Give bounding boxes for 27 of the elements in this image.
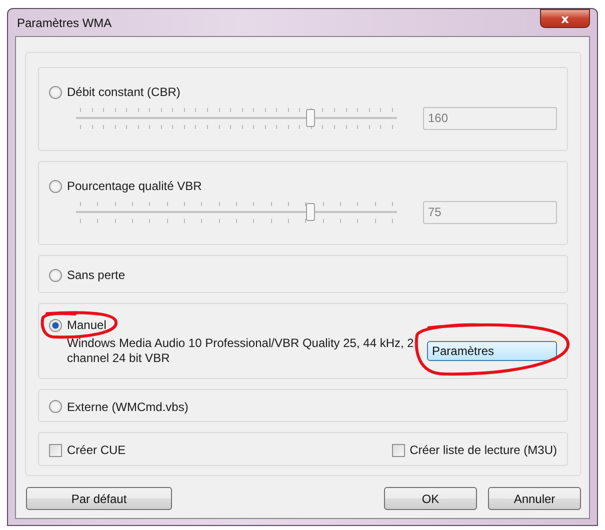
checkbox[interactable] — [49, 444, 62, 456]
checkbox[interactable] — [392, 444, 405, 456]
checkbox-label: Créer CUE — [67, 443, 126, 457]
radio-label: Pourcentage qualité VBR — [67, 179, 202, 193]
settings-button[interactable]: Paramètres — [427, 341, 557, 361]
slider[interactable] — [76, 199, 397, 225]
dialog-button[interactable]: Par défaut — [26, 487, 172, 510]
radio-button[interactable] — [49, 86, 62, 98]
radio-label: Sans perte — [67, 268, 126, 282]
slider-thumb[interactable] — [306, 203, 316, 221]
dialog-button[interactable]: Annuler — [488, 487, 581, 510]
window-title: Paramètres WMA — [16, 16, 112, 30]
slider[interactable] — [76, 105, 397, 131]
radio-button[interactable] — [49, 180, 62, 192]
radio-button[interactable] — [49, 318, 62, 332]
dialog-button[interactable]: OK — [384, 487, 477, 510]
radio-button[interactable] — [49, 268, 62, 282]
radio-label: Débit constant (CBR) — [67, 85, 180, 99]
close-button[interactable]: x — [540, 9, 590, 28]
checkbox-label: Créer liste de lecture (M3U) — [410, 443, 557, 457]
value-field[interactable]: 75 — [423, 200, 557, 224]
value-field[interactable]: 160 — [423, 106, 557, 130]
radio-label: Manuel — [67, 318, 106, 332]
radio-label: Externe (WMCmd.vbs) — [67, 400, 188, 414]
radio-button[interactable] — [49, 400, 62, 413]
format-description: Windows Media Audio 10 Professional/VBR Quality 25, 44 kHz, 2 channel 24 bit VBR — [67, 336, 415, 366]
slider-thumb[interactable] — [306, 109, 316, 127]
